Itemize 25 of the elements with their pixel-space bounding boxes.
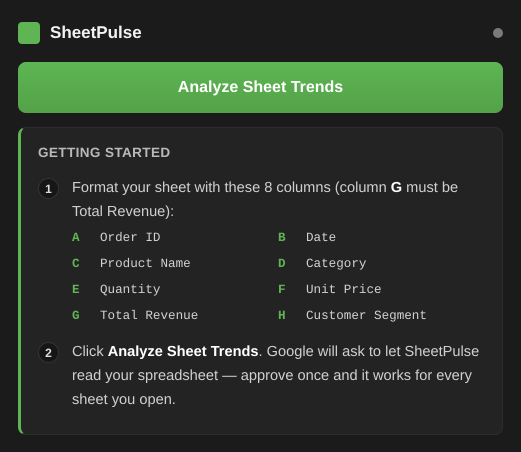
logo-icon bbox=[18, 22, 40, 44]
step-number: 1 bbox=[38, 178, 59, 199]
column-letter: H bbox=[278, 309, 287, 323]
column-name: Category bbox=[306, 257, 366, 271]
column-letter: E bbox=[72, 283, 81, 297]
step-text: Format your sheet with these 8 columns (column G must be Total Revenue): bbox=[72, 179, 460, 222]
step-text: Click Analyze Sheet Trends. Google will ask to let SheetPulse read your spreadsheet — approve once and it works for every sheet you open. bbox=[72, 343, 480, 410]
column-name: Order ID bbox=[100, 231, 160, 245]
column-name: Quantity bbox=[100, 283, 160, 297]
column-letter: C bbox=[72, 257, 81, 271]
column-name: Unit Price bbox=[306, 283, 382, 297]
analyze-button[interactable]: Analyze Sheet Trends bbox=[18, 62, 503, 113]
step-number: 2 bbox=[38, 342, 59, 363]
app-title: SheetPulse bbox=[50, 23, 143, 43]
status-dot-icon bbox=[493, 28, 503, 38]
column-name: Customer Segment bbox=[306, 309, 427, 323]
column-letter: F bbox=[278, 283, 287, 297]
card-heading: GETTING STARTED bbox=[38, 145, 172, 160]
column-name: Total Revenue bbox=[100, 309, 198, 323]
column-letter: D bbox=[278, 257, 287, 271]
column-name: Date bbox=[306, 231, 336, 245]
column-letter: B bbox=[278, 231, 287, 245]
column-name: Product Name bbox=[100, 257, 191, 271]
column-letter: A bbox=[72, 231, 81, 245]
column-letter: G bbox=[72, 309, 81, 323]
